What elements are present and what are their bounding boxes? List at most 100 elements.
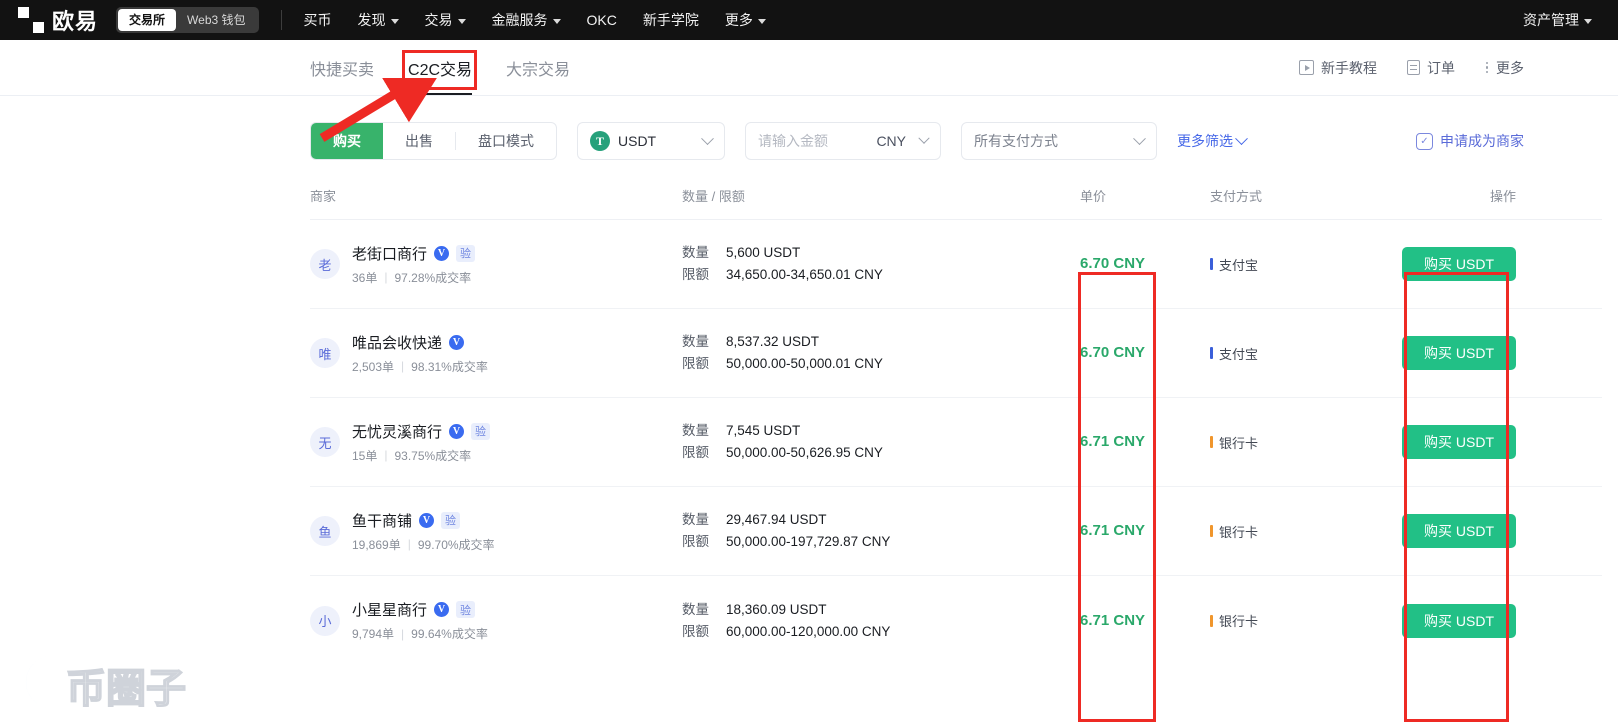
link-label: 更多 [1496,59,1524,76]
merchant-name[interactable]: 无忧灵溪商行 [352,421,442,442]
limit-label: 限额 [682,534,709,549]
amount-input-placeholder[interactable]: 请输入金额 [758,131,828,151]
sell-tab-button[interactable]: 出售 [383,123,455,159]
nav-item-okc[interactable]: OKC [587,12,617,28]
brand-logo[interactable]: 欧易 [18,4,98,36]
unit-price: 6.71 CNY [1080,522,1146,539]
more-menu-link[interactable]: 更多 [1485,58,1524,78]
buy-usdt-button[interactable]: 购买 USDT [1402,247,1516,281]
verified-badge-icon: V [419,512,435,528]
payment-method-name: 支付宝 [1219,257,1259,273]
amount-cell: 数量 18,360.09 USDT 限额 60,000.00-120,000.00 C… [682,599,1080,643]
chevron-down-icon [701,131,714,145]
merchant-name[interactable]: 老街口商行 [352,243,427,264]
separator: | [401,626,405,641]
merchant-completion-rate: 97.28%成交率 [394,270,472,285]
payment-color-marker [1210,614,1213,627]
coin-selector-value: USDT [618,133,657,149]
limit-label: 限额 [682,267,709,282]
unit-price: 6.70 CNY [1080,255,1146,272]
c2c-trading-page: 欧易 交易所 Web3 钱包 买币 发现 交易 金融服务 OKC 新手学院 更多… [0,0,1618,722]
more-filters-button[interactable]: 更多筛选 [1177,131,1248,151]
tab-quick-buy-sell[interactable]: 快捷买卖 [310,40,374,95]
buy-tab-button[interactable]: 购买 [311,123,383,159]
certified-badge: 验 [471,422,491,440]
table-row: 无无忧灵溪商行 V 验 15单 | 93.75%成交率 数量 7,545 USDT 限额 50,0… [310,398,1602,487]
trading-mode-tabs: 快捷买卖 C2C交易 大宗交易 [310,40,570,95]
nav-item-asset-management[interactable]: 资产管理 [1523,10,1592,30]
nav-label: 更多 [724,12,753,28]
merchant-order-count: 36单 [352,270,378,285]
merchant-cell[interactable]: 小小星星商行 V 验 9,794单 | 99.64%成交率 [310,599,682,642]
payment-method-selector[interactable]: 所有支付方式 [961,122,1157,160]
order-limit: 50,000.00-50,000.01 CNY [726,356,883,371]
nav-item-financial-services[interactable]: 金融服务 [492,10,561,30]
merchant-cell[interactable]: 唯唯品会收快递 V 2,503单 | 98.31%成交率 [310,332,682,375]
order-limit: 34,650.00-34,650.01 CNY [726,267,883,282]
buy-sell-toggle-group: 购买 出售 盘口模式 [310,122,557,160]
avatar: 小 [310,605,340,636]
watermark-text: 币圈子 [66,667,186,711]
nav-label: 金融服务 [491,12,548,28]
buy-usdt-button[interactable]: 购买 USDT [1402,425,1516,459]
beginner-tutorial-link[interactable]: 新手教程 [1299,58,1377,78]
ads-table: 商家 数量 / 限额 单价 支付方式 操作 老老街口商行 V 验 36单 | 97.28%… [0,186,1618,665]
chevron-down-icon[interactable] [918,132,930,144]
filter-bar: 购买 出售 盘口模式 T USDT 请输入金额 CNY 所有支付方式 更多筛选 … [0,96,1618,160]
nav-item-discover[interactable]: 发现 [358,10,399,30]
merchant-cell[interactable]: 老老街口商行 V 验 36单 | 97.28%成交率 [310,243,682,286]
payment-color-marker [1210,525,1213,537]
coin-selector[interactable]: T USDT [577,122,725,160]
qty-label: 数量 [682,334,709,349]
limit-label: 限额 [682,623,709,639]
nav-label: OKC [586,12,617,28]
orderbook-mode-button[interactable]: 盘口模式 [456,123,556,159]
amount-input-wrapper[interactable]: 请输入金额 CNY [745,122,941,160]
sub-nav-actions: 新手教程 订单 更多 [1299,58,1602,78]
merchant-completion-rate: 98.31%成交率 [411,359,488,374]
apply-merchant-link[interactable]: ✓ 申请成为商家 [1416,131,1602,151]
nav-item-academy[interactable]: 新手学院 [643,10,699,30]
merchant-name[interactable]: 唯品会收快递 [352,332,442,353]
table-row: 老老街口商行 V 验 36单 | 97.28%成交率 数量 5,600 USDT 限额 34,65… [310,220,1602,309]
separator: | [401,359,405,373]
separator: | [384,270,388,284]
chevron-down-icon [1133,131,1146,145]
nav-item-trade[interactable]: 交易 [425,10,466,30]
chevron-down-icon [757,18,766,24]
merchant-order-count: 9,794单 [352,627,395,641]
unit-price: 6.71 CNY [1080,611,1146,629]
chevron-down-icon [552,18,561,24]
merchant-name[interactable]: 鱼干商铺 [352,510,412,531]
merchant-cell[interactable]: 鱼鱼干商铺 V 验 19,869单 | 99.70%成交率 [310,510,682,553]
sub-navigation-bar: 快捷买卖 C2C交易 大宗交易 新手教程 订单 更多 [0,40,1618,96]
amount-cell: 数量 8,537.32 USDT 限额 50,000.00-50,000.01 CNY [682,331,1080,375]
payment-method: 银行卡 [1210,433,1400,452]
column-header-merchant: 商家 [310,189,337,204]
buy-usdt-button[interactable]: 购买 USDT [1402,603,1516,638]
avatar: 鱼 [310,516,340,546]
buy-usdt-button[interactable]: 购买 USDT [1402,514,1516,548]
nav-label: 买币 [303,12,332,28]
more-filters-label: 更多筛选 [1177,133,1233,149]
segment-exchange[interactable]: 交易所 [118,9,177,31]
table-row: 鱼鱼干商铺 V 验 19,869单 | 99.70%成交率 数量 29,467.94 USDT… [310,487,1602,576]
link-label: 订单 [1427,59,1455,76]
nav-item-more[interactable]: 更多 [725,10,766,30]
tab-c2c-trading[interactable]: C2C交易 [408,40,473,95]
tab-block-trading[interactable]: 大宗交易 [506,40,570,95]
nav-label: 发现 [357,12,386,28]
segment-web3-wallet[interactable]: Web3 钱包 [176,9,256,31]
merchant-cell[interactable]: 无无忧灵溪商行 V 验 15单 | 93.75%成交率 [310,421,682,464]
chevron-down-icon [1584,18,1592,24]
unit-price: 6.71 CNY [1080,433,1146,450]
orders-link[interactable]: 订单 [1407,58,1455,78]
amount-currency-label: CNY [876,133,906,149]
column-header-price: 单价 [1080,189,1107,204]
amount-cell: 数量 5,600 USDT 限额 34,650.00-34,650.01 CNY [682,242,1080,286]
nav-divider [280,10,282,30]
nav-item-buy-crypto[interactable]: 买币 [304,10,332,30]
chevron-down-icon [1235,131,1248,145]
merchant-name[interactable]: 小星星商行 [352,599,427,620]
buy-usdt-button[interactable]: 购买 USDT [1402,336,1516,370]
